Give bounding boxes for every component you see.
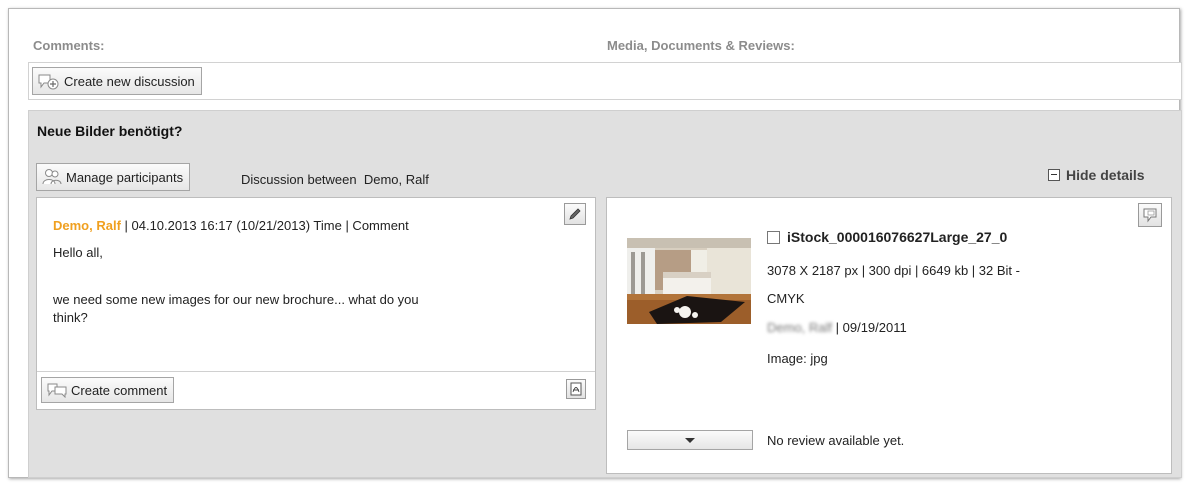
media-select-checkbox[interactable] [767,230,780,244]
media-color-mode: CMYK [767,291,805,306]
media-thumbnail[interactable] [627,238,751,324]
collapse-icon [1048,169,1060,181]
discussion-participants: Discussion between Demo, Ralf [241,172,429,187]
media-type: Image: jpg [767,351,828,366]
media-dimensions: 3078 X 2187 px | 300 dpi | 6649 kb | 32 … [767,263,1020,278]
hide-details-toggle[interactable]: Hide details [1048,167,1145,183]
media-section-label: Media, Documents & Reviews: [607,38,795,53]
bedroom-image-thumbnail [627,238,751,324]
review-status: No review available yet. [767,433,905,448]
speech-bubble-add-icon [38,74,59,90]
pencil-icon [569,208,581,220]
pdf-icon [570,382,582,396]
comment-document-icon [1143,208,1157,223]
participants-names: Demo, Ralf [363,172,429,187]
create-discussion-label: Create new discussion [64,73,195,89]
comments-section-label: Comments: [33,38,105,53]
speech-bubble-icon [47,383,67,398]
media-filename[interactable]: iStock_000016076627Large_27_0 [787,229,1007,245]
manage-participants-label: Manage participants [66,169,184,185]
media-filename-row: iStock_000016076627Large_27_0 [767,229,1007,245]
media-uploader-blurred: Demo, Ralf [767,320,833,335]
media-card: iStock_000016076627Large_27_0 3078 X 218… [606,197,1172,474]
create-discussion-button[interactable]: Create new discussion [32,67,202,95]
media-date: | 09/19/2011 [832,320,907,335]
comment-text-line: Hello all, [53,245,103,260]
comment-text-line: we need some new images for our new broc… [53,292,419,307]
comment-timestamp: | 04.10.2013 16:17 (10/21/2013) Time | C… [120,218,409,233]
discussion-title: Neue Bilder benötigt? [37,123,183,139]
people-icon [42,169,62,185]
create-comment-button[interactable]: Create comment [41,377,175,403]
manage-participants-button[interactable]: Manage participants [36,163,191,191]
comment-meta: Demo, Ralf | 04.10.2013 16:17 (10/21/201… [53,218,409,233]
review-dropdown[interactable] [627,430,753,450]
comment-card: Demo, Ralf | 04.10.2013 16:17 (10/21/201… [36,197,596,410]
comment-text-line: think? [53,310,88,325]
media-upload-info: Demo, Ralf | 09/19/2011 [767,320,907,335]
comment-author[interactable]: Demo, Ralf [53,218,121,233]
hide-details-label: Hide details [1066,167,1145,183]
between-label: Discussion between [241,172,357,187]
comment-divider [37,371,595,372]
pdf-export-button[interactable] [566,379,586,399]
create-comment-label: Create comment [71,382,168,398]
add-media-comment-button[interactable] [1138,203,1162,227]
edit-comment-button[interactable] [564,203,586,225]
